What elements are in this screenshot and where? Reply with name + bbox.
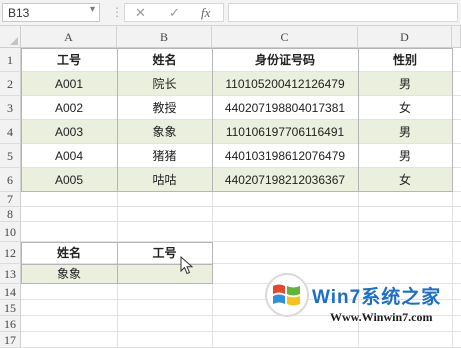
row-header[interactable]: 2 xyxy=(0,72,21,96)
column-header[interactable]: A xyxy=(21,26,117,48)
table-cell[interactable]: 男 xyxy=(358,120,452,144)
table-cell[interactable]: 440103198612076479 xyxy=(212,144,358,168)
row-header[interactable]: 6 xyxy=(0,168,21,192)
table-cell[interactable]: 男 xyxy=(358,72,452,96)
table-cell[interactable]: 象象 xyxy=(117,120,212,144)
table-cell[interactable]: 姓名 xyxy=(21,242,117,264)
table-cell[interactable]: A005 xyxy=(21,168,117,192)
confirm-icon[interactable]: ✓ xyxy=(169,5,180,21)
cancel-icon[interactable]: ✕ xyxy=(135,5,146,21)
row-header[interactable]: 13 xyxy=(0,264,21,284)
name-box-value: B13 xyxy=(8,6,30,20)
table-cell[interactable]: 象象 xyxy=(21,264,117,284)
select-all-corner[interactable] xyxy=(0,26,21,48)
table-cell[interactable]: 教授 xyxy=(117,96,212,120)
row-header[interactable]: 1 xyxy=(0,48,21,72)
table-cell[interactable]: 女 xyxy=(358,96,452,120)
gridline xyxy=(21,221,461,222)
table-cell[interactable]: 440207198212036367 xyxy=(212,168,358,192)
windows-logo-icon xyxy=(265,273,309,317)
column-header[interactable]: D xyxy=(358,26,452,48)
table-cell[interactable]: 女 xyxy=(358,168,452,192)
row-header[interactable]: 17 xyxy=(0,332,21,348)
table-cell[interactable]: 工号 xyxy=(21,48,117,72)
name-box[interactable]: B13 ▾ xyxy=(2,3,100,22)
row-header[interactable]: 15 xyxy=(0,300,21,316)
row-header[interactable]: 8 xyxy=(0,207,21,222)
table-cell[interactable]: A003 xyxy=(21,120,117,144)
formula-actions: ✕ ✓ fx xyxy=(124,3,224,22)
row-header[interactable]: 5 xyxy=(0,144,21,168)
fx-icon[interactable]: fx xyxy=(201,5,210,21)
table-border xyxy=(452,48,453,192)
row-header[interactable]: 10 xyxy=(0,222,21,242)
gridline xyxy=(21,206,461,207)
watermark-url: Www.Winwin7.com xyxy=(330,310,433,324)
row-header[interactable]: 3 xyxy=(0,96,21,120)
row-header[interactable]: 4 xyxy=(0,120,21,144)
table-cell[interactable]: 姓名 xyxy=(117,48,212,72)
row-header[interactable]: 12 xyxy=(0,242,21,264)
table-cell[interactable]: 110105200412126479 xyxy=(212,72,358,96)
table-cell[interactable]: 院长 xyxy=(117,72,212,96)
formula-input[interactable] xyxy=(228,3,458,22)
watermark-brand: Win7系统之家 xyxy=(312,287,442,308)
column-header[interactable] xyxy=(452,26,461,48)
table-cell[interactable]: 110106197706116491 xyxy=(212,120,358,144)
table-cell[interactable]: 咕咕 xyxy=(117,168,212,192)
chevron-down-icon[interactable]: ▾ xyxy=(90,4,95,15)
row-header[interactable]: 7 xyxy=(0,192,21,207)
table-cell[interactable]: 工号 xyxy=(117,242,212,264)
formula-bar: B13 ▾ ⋮ ✕ ✓ fx xyxy=(0,0,461,26)
table-cell[interactable]: 猪猪 xyxy=(117,144,212,168)
table-cell[interactable] xyxy=(117,264,212,284)
watermark: Win7系统之家 Www.Winwin7.com xyxy=(262,270,461,332)
row-header[interactable]: 16 xyxy=(0,316,21,332)
table-cell[interactable]: A002 xyxy=(21,96,117,120)
column-header[interactable]: C xyxy=(212,26,358,48)
more-options-icon[interactable]: ⋮ xyxy=(111,5,123,19)
row-header[interactable]: 14 xyxy=(0,284,21,300)
table-cell[interactable]: 身份证号码 xyxy=(212,48,358,72)
table-cell[interactable]: 男 xyxy=(358,144,452,168)
table-cell[interactable]: 性别 xyxy=(358,48,452,72)
column-header[interactable]: B xyxy=(117,26,212,48)
table-cell[interactable]: 440207198804017381 xyxy=(212,96,358,120)
lookup-border xyxy=(212,242,213,284)
table-cell[interactable]: A001 xyxy=(21,72,117,96)
table-cell[interactable]: A004 xyxy=(21,144,117,168)
